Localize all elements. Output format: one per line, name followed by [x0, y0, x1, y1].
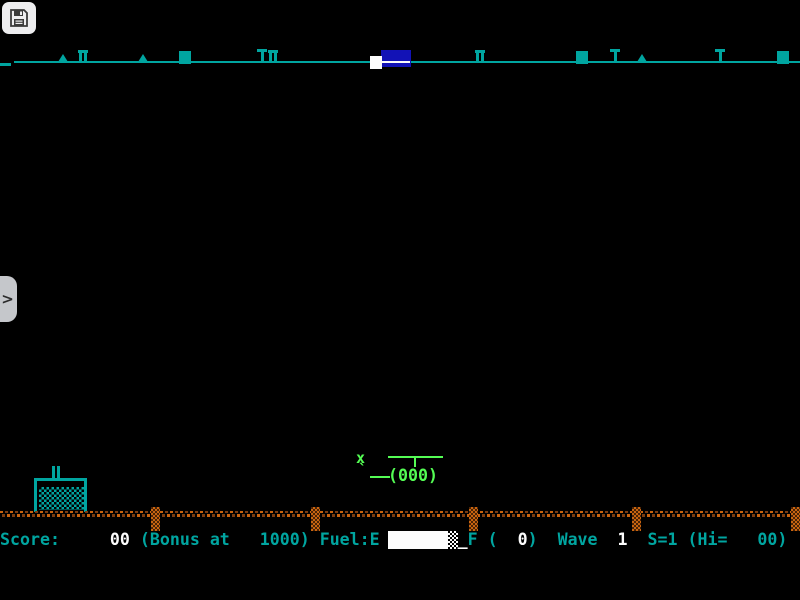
radar-object-pi [268, 50, 278, 62]
ground-post [791, 507, 800, 531]
fuel-gauge-dither [448, 531, 458, 549]
depot-wall-left [34, 478, 37, 512]
status-text: ) Wave [528, 530, 618, 549]
chevron-right-icon: > [1, 290, 14, 308]
buggy-tick: ` [358, 462, 367, 478]
radar-viewport [381, 50, 411, 67]
save-button[interactable] [2, 2, 36, 34]
depot-chimney [57, 466, 60, 478]
buggy-body: (000) [388, 468, 438, 484]
floppy-disk-icon [8, 7, 30, 29]
depot-chimney [52, 466, 55, 478]
ground-dashes-bottom [0, 514, 800, 517]
drawer-handle-button[interactable]: > [0, 276, 17, 322]
radar-object-tri [637, 54, 647, 62]
radar-object-t [715, 49, 725, 62]
ground-dashes-top [0, 511, 800, 513]
radar-object-sq [179, 51, 191, 64]
radar-viewport-underline [381, 61, 410, 63]
depot-wall-right [84, 478, 87, 512]
ground-post [311, 507, 320, 531]
ground-post [469, 507, 478, 531]
ground-post [151, 507, 160, 531]
status-text: Score: [0, 530, 110, 549]
status-bar: Score: 00 (Bonus at 1000) Fuel:E _F ( 0) … [0, 529, 800, 550]
status-text: S=1 (Hi= 00) [628, 530, 788, 549]
radar-terrain-line-end [0, 63, 11, 66]
radar-object-sq [576, 51, 588, 64]
radar-object-sq [777, 51, 789, 64]
status-text: 00 [110, 530, 130, 549]
status-text: 1 [618, 530, 628, 549]
radar-object-pi [475, 50, 485, 62]
radar-object-t [257, 49, 267, 62]
fuel-gauge-fill [388, 531, 448, 549]
depot-roof [34, 478, 87, 481]
fuel-gauge-bar [388, 531, 458, 549]
depot-fuel-fill [39, 487, 84, 510]
radar-object-tri [58, 54, 68, 62]
buggy-tether-line [370, 476, 390, 478]
ground-post [632, 507, 641, 531]
status-text: F ( [468, 530, 518, 549]
radar-object-tri [138, 54, 148, 62]
status-text: (Bonus at 1000) Fuel:E [130, 530, 380, 549]
game-screen: > x ` (000) Score: 00 (Bonus at 1000) Fu… [0, 0, 800, 600]
status-text: _ [458, 530, 468, 549]
radar-player-marker [370, 56, 382, 69]
radar-object-t [610, 49, 620, 62]
status-text: 0 [518, 530, 528, 549]
radar-object-pi [78, 50, 88, 62]
